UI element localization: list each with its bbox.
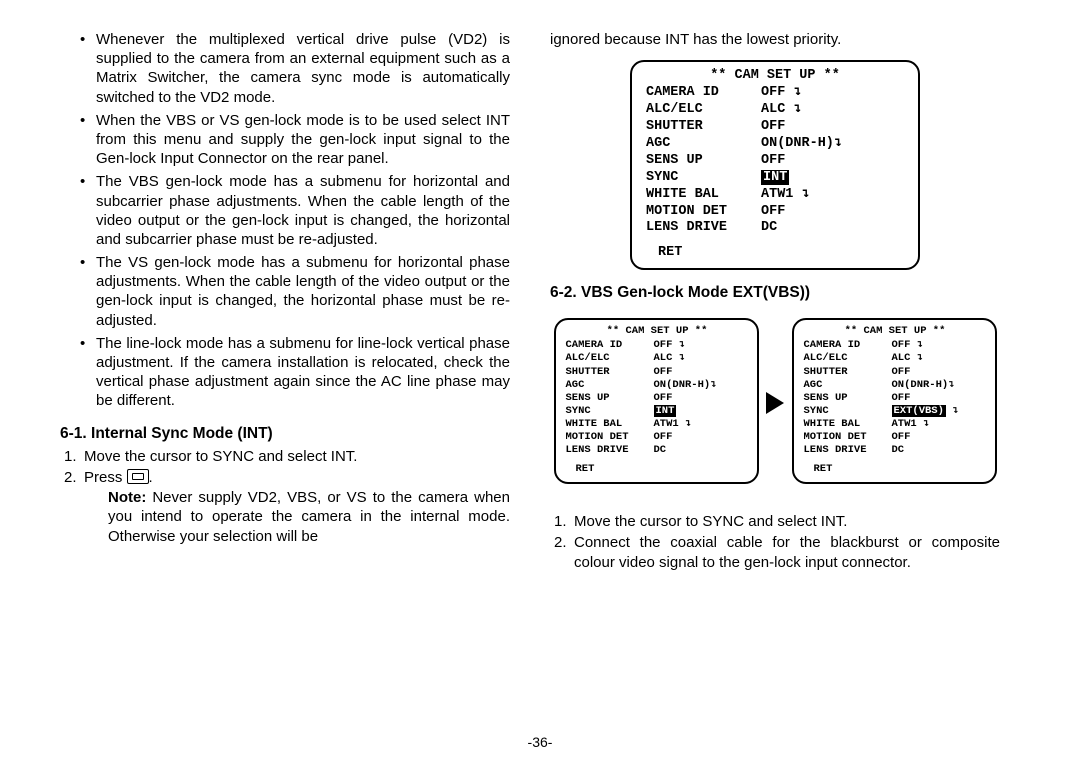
bullet-item: The line-lock mode has a submenu for lin… bbox=[80, 334, 510, 411]
menu-button-icon bbox=[127, 469, 149, 484]
menu-val: ATW1 ↴ bbox=[892, 418, 959, 431]
menu-key: MOTION DET bbox=[646, 204, 761, 221]
menu-key: CAMERA ID bbox=[566, 339, 654, 352]
menu-key: MOTION DET bbox=[566, 431, 654, 444]
cam-setup-menu: ** CAM SET UP ** CAMERA IDOFF ↴ ALC/ELCA… bbox=[630, 60, 920, 271]
step-1: Move the cursor to SYNC and select INT. bbox=[550, 512, 1000, 532]
menu-key: SENS UP bbox=[804, 392, 892, 405]
menu-key: WHITE BAL bbox=[804, 418, 892, 431]
menu-key: ALC/ELC bbox=[804, 352, 892, 365]
right-column: ignored because INT has the lowest prior… bbox=[530, 30, 1010, 748]
menu-val: OFF bbox=[761, 119, 842, 136]
bullet-item: Whenever the multiplexed vertical drive … bbox=[80, 30, 510, 107]
step-1: Move the cursor to SYNC and select INT. bbox=[60, 447, 510, 467]
menu-key: ALC/ELC bbox=[566, 352, 654, 365]
step-2-suffix: . bbox=[149, 469, 153, 486]
selected-value: INT bbox=[761, 170, 789, 185]
note-text: Never supply VD2, VBS, or VS to the came… bbox=[108, 489, 510, 545]
menu-val: ATW1 ↴ bbox=[761, 187, 842, 204]
menu-val: OFF ↴ bbox=[892, 339, 959, 352]
menu-pair: ** CAM SET UP ** CAMERA IDOFF ↴ ALC/ELCA… bbox=[550, 308, 1000, 497]
menu-val: OFF bbox=[892, 392, 959, 405]
submenu-arrow: ↴ bbox=[946, 405, 959, 417]
menu-val: DC bbox=[892, 444, 959, 457]
left-column: Whenever the multiplexed vertical drive … bbox=[50, 30, 530, 748]
menu-key: SENS UP bbox=[566, 392, 654, 405]
menu-ret: RET bbox=[814, 463, 987, 476]
section-6-2-heading: 6-2. VBS Gen-lock Mode EXT(VBS)) bbox=[550, 284, 1000, 302]
arrow-right-icon bbox=[766, 392, 784, 414]
menu-table: CAMERA IDOFF ↴ ALC/ELCALC ↴ SHUTTEROFF A… bbox=[646, 85, 842, 237]
menu-key: SHUTTER bbox=[804, 366, 892, 379]
menu-val: OFF bbox=[761, 153, 842, 170]
menu-val: OFF ↴ bbox=[654, 339, 717, 352]
menu-key: AGC bbox=[646, 136, 761, 153]
step-2-prefix: Press bbox=[84, 469, 127, 486]
step-2: Press . Note: Never supply VD2, VBS, or … bbox=[60, 468, 510, 546]
menu-val: ALC ↴ bbox=[654, 352, 717, 365]
bullet-list: Whenever the multiplexed vertical drive … bbox=[80, 30, 510, 411]
menu-key: ALC/ELC bbox=[646, 102, 761, 119]
selected-value: EXT(VBS) bbox=[892, 405, 946, 417]
section-6-1-heading: 6-1. Internal Sync Mode (INT) bbox=[60, 425, 510, 443]
menu-val: OFF bbox=[761, 204, 842, 221]
bullet-item: When the VBS or VS gen-lock mode is to b… bbox=[80, 111, 510, 169]
menu-key: WHITE BAL bbox=[646, 187, 761, 204]
menu-val: OFF bbox=[654, 392, 717, 405]
menu-key: SHUTTER bbox=[566, 366, 654, 379]
menu-val: ATW1 ↴ bbox=[654, 418, 717, 431]
menu-table: CAMERA IDOFF ↴ ALC/ELCALC ↴ SHUTTEROFF A… bbox=[804, 339, 959, 457]
menu-val: EXT(VBS) ↴ bbox=[892, 405, 959, 418]
menu-key: SYNC bbox=[804, 405, 892, 418]
menu-val: DC bbox=[654, 444, 717, 457]
menu-key: SYNC bbox=[646, 170, 761, 187]
menu-ret: RET bbox=[576, 463, 749, 476]
menu-val: ALC ↴ bbox=[892, 352, 959, 365]
menu-val: OFF bbox=[654, 431, 717, 444]
menu-val: INT bbox=[761, 170, 842, 187]
bullet-item: The VBS gen-lock mode has a submenu for … bbox=[80, 172, 510, 249]
numbered-list-62: Move the cursor to SYNC and select INT. … bbox=[550, 512, 1000, 573]
menu-key: LENS DRIVE bbox=[804, 444, 892, 457]
menu-val: OFF bbox=[892, 366, 959, 379]
menu-val: INT bbox=[654, 405, 717, 418]
menu-val: OFF bbox=[892, 431, 959, 444]
menu-val: ALC ↴ bbox=[761, 102, 842, 119]
menu-key: WHITE BAL bbox=[566, 418, 654, 431]
menu-val: OFF bbox=[654, 366, 717, 379]
menu-key: LENS DRIVE bbox=[566, 444, 654, 457]
bullet-item: The VS gen-lock mode has a submenu for h… bbox=[80, 253, 510, 330]
menu-title: ** CAM SET UP ** bbox=[804, 325, 987, 338]
cam-setup-menu-small-after: ** CAM SET UP ** CAMERA IDOFF ↴ ALC/ELCA… bbox=[792, 318, 997, 483]
cam-setup-menu-small-before: ** CAM SET UP ** CAMERA IDOFF ↴ ALC/ELCA… bbox=[554, 318, 759, 483]
menu-key: MOTION DET bbox=[804, 431, 892, 444]
note: Note: Never supply VD2, VBS, or VS to th… bbox=[108, 488, 510, 547]
menu-table: CAMERA IDOFF ↴ ALC/ELCALC ↴ SHUTTEROFF A… bbox=[566, 339, 717, 457]
step-2: Connect the coaxial cable for the blackb… bbox=[550, 533, 1000, 572]
menu-val: DC bbox=[761, 220, 842, 237]
menu-val: ON(DNR-H)↴ bbox=[761, 136, 842, 153]
menu-title: ** CAM SET UP ** bbox=[646, 68, 904, 85]
menu-key: SYNC bbox=[566, 405, 654, 418]
menu-val: ON(DNR-H)↴ bbox=[892, 379, 959, 392]
page-number: -36- bbox=[0, 734, 1080, 750]
menu-val: OFF ↴ bbox=[761, 85, 842, 102]
menu-title: ** CAM SET UP ** bbox=[566, 325, 749, 338]
menu-key: AGC bbox=[566, 379, 654, 392]
menu-ret: RET bbox=[658, 245, 904, 262]
menu-val: ON(DNR-H)↴ bbox=[654, 379, 717, 392]
menu-key: SHUTTER bbox=[646, 119, 761, 136]
menu-key: CAMERA ID bbox=[804, 339, 892, 352]
menu-key: AGC bbox=[804, 379, 892, 392]
numbered-list-61: Move the cursor to SYNC and select INT. … bbox=[60, 447, 510, 547]
menu-key: SENS UP bbox=[646, 153, 761, 170]
note-label: Note: bbox=[108, 489, 146, 506]
continued-text: ignored because INT has the lowest prior… bbox=[550, 30, 1000, 50]
menu-key: LENS DRIVE bbox=[646, 220, 761, 237]
menu-key: CAMERA ID bbox=[646, 85, 761, 102]
selected-value: INT bbox=[654, 405, 677, 417]
